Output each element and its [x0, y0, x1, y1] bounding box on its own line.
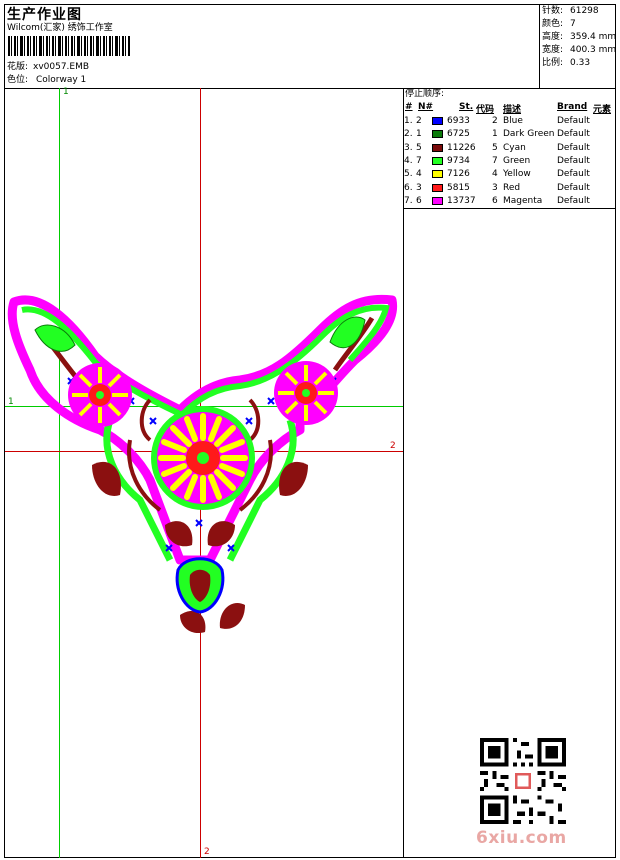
row-needle: 7 — [416, 155, 422, 166]
width-label: 宽度: — [542, 45, 564, 55]
row-seq: 6. — [404, 182, 413, 193]
table-row: 1. 2 6933 2 Blue Default — [404, 115, 616, 128]
watermark-logo: 6xiu.com — [476, 828, 567, 848]
row-description: Cyan — [503, 142, 526, 153]
color-swatch — [432, 183, 443, 192]
row-code: 4 — [492, 169, 498, 180]
column-header-element: 元素 — [593, 105, 612, 115]
column-header-brand: Brand — [557, 102, 588, 112]
row-seq: 7. — [404, 195, 413, 206]
color-count-label: 颜色: — [542, 19, 564, 29]
row-seq: 5. — [404, 169, 413, 180]
row-stitches: 6933 — [447, 116, 470, 126]
table-row: 6. 3 5815 3 Red Default — [404, 182, 616, 195]
column-header-seq: # — [405, 102, 413, 112]
row-stitches: 5815 — [447, 182, 470, 193]
column-header-stitches: St. — [459, 102, 474, 112]
table-row: 2. 1 6725 1 Dark Green Default — [404, 128, 616, 141]
red-vertical-guide-label: 2 — [204, 847, 210, 857]
scale-label: 比例: — [542, 58, 564, 68]
stop-sequence-heading: 停止顺序: — [405, 89, 445, 99]
row-description: Green — [503, 155, 531, 166]
row-needle: 5 — [416, 142, 422, 153]
row-stitches: 7126 — [447, 169, 470, 180]
row-description: Red — [503, 182, 521, 193]
row-seq: 1. — [404, 116, 413, 126]
row-brand: Default — [557, 116, 590, 126]
row-brand: Default — [557, 155, 590, 166]
row-brand: Default — [557, 142, 590, 153]
row-stitches: 13737 — [447, 195, 476, 206]
row-needle: 6 — [416, 195, 422, 206]
table-bottom-divider — [403, 208, 616, 209]
row-needle: 2 — [416, 116, 422, 126]
stats-divider — [539, 4, 540, 88]
row-needle: 3 — [416, 182, 422, 193]
column-header-code: 代码 — [476, 105, 495, 115]
row-description: Magenta — [503, 195, 543, 206]
height-label: 高度: — [542, 32, 564, 42]
color-swatch — [432, 130, 443, 139]
row-needle: 1 — [416, 129, 422, 140]
row-needle: 4 — [416, 169, 422, 180]
qr-code — [480, 738, 566, 824]
row-code: 6 — [492, 195, 498, 206]
row-code: 3 — [492, 182, 498, 193]
row-code: 5 — [492, 142, 498, 153]
table-row: 7. 6 13737 6 Magenta Default — [404, 195, 616, 208]
table-row: 4. 7 9734 7 Green Default — [404, 155, 616, 168]
row-stitches: 9734 — [447, 155, 470, 166]
row-code: 7 — [492, 155, 498, 166]
row-code: 2 — [492, 116, 498, 126]
column-header-needle: N# — [418, 102, 434, 112]
color-swatch — [432, 196, 443, 205]
row-seq: 4. — [404, 155, 413, 166]
width-value: 400.3 mm — [570, 45, 617, 55]
row-seq: 2. — [404, 129, 413, 140]
row-description: Yellow — [503, 169, 531, 180]
color-swatch — [432, 143, 443, 152]
row-stitches: 11226 — [447, 142, 476, 153]
table-row: 5. 4 7126 4 Yellow Default — [404, 168, 616, 181]
row-description: Blue — [503, 116, 523, 126]
height-value: 359.4 mm — [570, 32, 617, 42]
row-seq: 3. — [404, 142, 413, 153]
color-swatch — [432, 117, 443, 125]
row-brand: Default — [557, 129, 590, 140]
embroidery-design — [7, 294, 398, 634]
stitch-count-label: 针数: — [542, 6, 564, 16]
row-code: 1 — [492, 129, 498, 140]
color-swatch — [432, 156, 443, 165]
row-brand: Default — [557, 169, 590, 180]
stitch-count-value: 61298 — [570, 6, 599, 16]
row-brand: Default — [557, 195, 590, 206]
row-description: Dark Green — [503, 129, 555, 140]
scale-value: 0.33 — [570, 58, 591, 68]
row-brand: Default — [557, 182, 590, 193]
column-header-description: 描述 — [503, 105, 522, 115]
color-count-value: 7 — [570, 19, 576, 29]
color-swatch — [432, 170, 443, 179]
table-row: 3. 5 11226 5 Cyan Default — [404, 142, 616, 155]
row-stitches: 6725 — [447, 129, 470, 140]
